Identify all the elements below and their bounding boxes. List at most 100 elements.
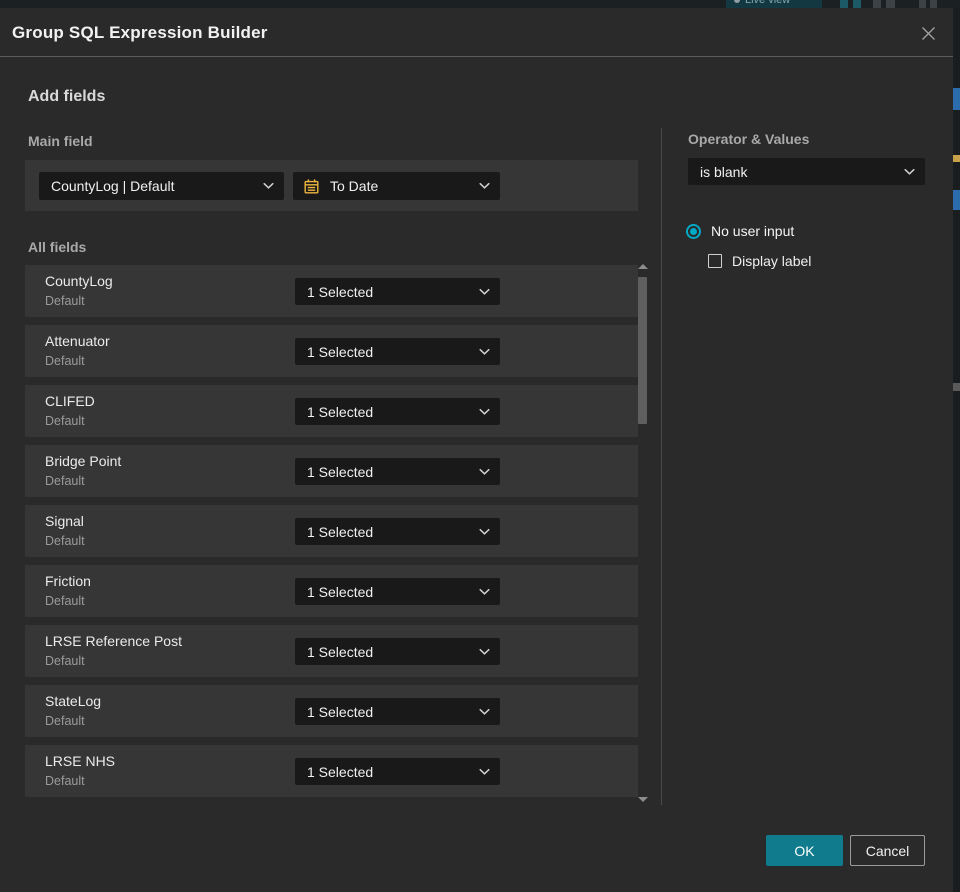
radio-dot	[690, 227, 697, 235]
field-selected-dropdown[interactable]: 1 Selected	[295, 758, 500, 785]
background-fragment	[953, 155, 960, 162]
field-selected-value: 1 Selected	[307, 343, 374, 360]
chevron-down-icon	[479, 588, 490, 595]
field-name: Attenuator	[45, 333, 110, 349]
display-label-text: Display label	[732, 253, 812, 269]
chevron-down-icon	[479, 348, 490, 355]
dialog-title: Group SQL Expression Builder	[12, 23, 268, 42]
field-name: Bridge Point	[45, 453, 122, 469]
chevron-down-icon	[479, 648, 490, 655]
background-button-fragment	[840, 0, 848, 8]
field-name: LRSE Reference Post	[45, 633, 182, 649]
field-selected-value: 1 Selected	[307, 583, 374, 600]
field-subtitle: Default	[45, 534, 85, 548]
chevron-down-icon	[479, 182, 490, 190]
close-button[interactable]	[915, 20, 941, 46]
close-icon	[919, 24, 938, 43]
field-selected-dropdown[interactable]: 1 Selected	[295, 338, 500, 365]
field-selected-dropdown[interactable]: 1 Selected	[295, 398, 500, 425]
checkbox-icon	[708, 254, 722, 268]
chevron-down-icon	[904, 168, 915, 175]
field-subtitle: Default	[45, 474, 85, 488]
field-name: Signal	[45, 513, 84, 529]
field-selected-dropdown[interactable]: 1 Selected	[295, 278, 500, 305]
background-fragment	[953, 383, 960, 391]
scrollbar-up-arrow[interactable]	[638, 264, 648, 269]
operator-select[interactable]: is blank	[688, 158, 925, 185]
field-row-lrse-reference-post: LRSE Reference Post Default 1 Selected	[25, 625, 638, 677]
background-toolbar-sliver: Live view	[0, 0, 960, 8]
chevron-down-icon	[479, 408, 490, 415]
field-subtitle: Default	[45, 294, 85, 308]
main-field-value-select[interactable]: To Date	[293, 172, 500, 200]
field-selected-dropdown[interactable]: 1 Selected	[295, 698, 500, 725]
field-subtitle: Default	[45, 774, 85, 788]
field-row-countylog: CountyLog Default 1 Selected	[25, 265, 638, 317]
chevron-down-icon	[479, 708, 490, 715]
screen: Live view Group SQL Expression Builder A…	[0, 0, 960, 892]
cancel-button[interactable]: Cancel	[850, 835, 925, 866]
all-fields-label: All fields	[28, 239, 87, 255]
operator-values-label: Operator & Values	[688, 131, 810, 147]
field-row-statelog: StateLog Default 1 Selected	[25, 685, 638, 737]
panel-divider	[661, 128, 662, 805]
live-view-label: Live view	[745, 0, 791, 6]
dialog-titlebar: Group SQL Expression Builder	[0, 8, 953, 57]
live-view-dot-icon	[734, 0, 740, 3]
radio-button-icon	[686, 223, 701, 239]
main-field-label: Main field	[28, 133, 93, 149]
live-view-toggle[interactable]: Live view	[726, 0, 822, 8]
field-selected-dropdown[interactable]: 1 Selected	[295, 578, 500, 605]
chevron-down-icon	[479, 528, 490, 535]
field-name: CountyLog	[45, 273, 113, 289]
display-label-checkbox[interactable]: Display label	[708, 253, 811, 269]
field-selected-value: 1 Selected	[307, 403, 374, 420]
field-selected-value: 1 Selected	[307, 463, 374, 480]
add-fields-heading: Add fields	[28, 88, 106, 105]
scrollbar-thumb[interactable]	[638, 277, 647, 424]
field-subtitle: Default	[45, 414, 85, 428]
field-name: StateLog	[45, 693, 102, 709]
field-selected-value: 1 Selected	[307, 283, 374, 300]
background-fragment	[953, 88, 960, 110]
chevron-down-icon	[479, 768, 490, 775]
background-button-fragment	[930, 0, 937, 8]
field-name: Friction	[45, 573, 91, 589]
field-subtitle: Default	[45, 654, 85, 668]
background-button-fragment	[919, 0, 926, 8]
scrollbar-down-arrow[interactable]	[638, 797, 648, 802]
field-selected-value: 1 Selected	[307, 763, 374, 780]
operator-select-value: is blank	[700, 163, 748, 180]
field-name: LRSE NHS	[45, 753, 116, 769]
field-row-friction: Friction Default 1 Selected	[25, 565, 638, 617]
field-selected-value: 1 Selected	[307, 643, 374, 660]
calendar-date-icon	[303, 178, 320, 195]
background-button-fragment	[886, 0, 895, 8]
ok-button[interactable]: OK	[766, 835, 843, 866]
field-subtitle: Default	[45, 354, 85, 368]
field-row-attenuator: Attenuator Default 1 Selected	[25, 325, 638, 377]
field-selected-dropdown[interactable]: 1 Selected	[295, 518, 500, 545]
field-selected-dropdown[interactable]: 1 Selected	[295, 638, 500, 665]
field-selected-value: 1 Selected	[307, 703, 374, 720]
background-button-fragment	[853, 0, 861, 8]
field-row-bridge-point: Bridge Point Default 1 Selected	[25, 445, 638, 497]
main-field-select[interactable]: CountyLog | Default	[39, 172, 284, 200]
no-user-input-radio[interactable]: No user input	[686, 223, 794, 239]
field-subtitle: Default	[45, 594, 85, 608]
group-sql-expression-builder-dialog: Group SQL Expression Builder Add fields …	[0, 8, 953, 892]
field-name: CLIFED	[45, 393, 95, 409]
chevron-down-icon	[479, 288, 490, 295]
field-selected-dropdown[interactable]: 1 Selected	[295, 458, 500, 485]
background-button-fragment	[873, 0, 881, 8]
main-field-select-value: CountyLog | Default	[51, 178, 175, 194]
field-subtitle: Default	[45, 714, 85, 728]
no-user-input-label: No user input	[711, 223, 795, 239]
chevron-down-icon	[479, 468, 490, 475]
background-fragment	[953, 190, 960, 210]
field-row-clifed: CLIFED Default 1 Selected	[25, 385, 638, 437]
field-row-lrse-nhs: LRSE NHS Default 1 Selected	[25, 745, 638, 797]
background-right-sliver	[953, 8, 960, 892]
main-field-value-select-value: To Date	[330, 178, 379, 194]
field-selected-value: 1 Selected	[307, 523, 374, 540]
